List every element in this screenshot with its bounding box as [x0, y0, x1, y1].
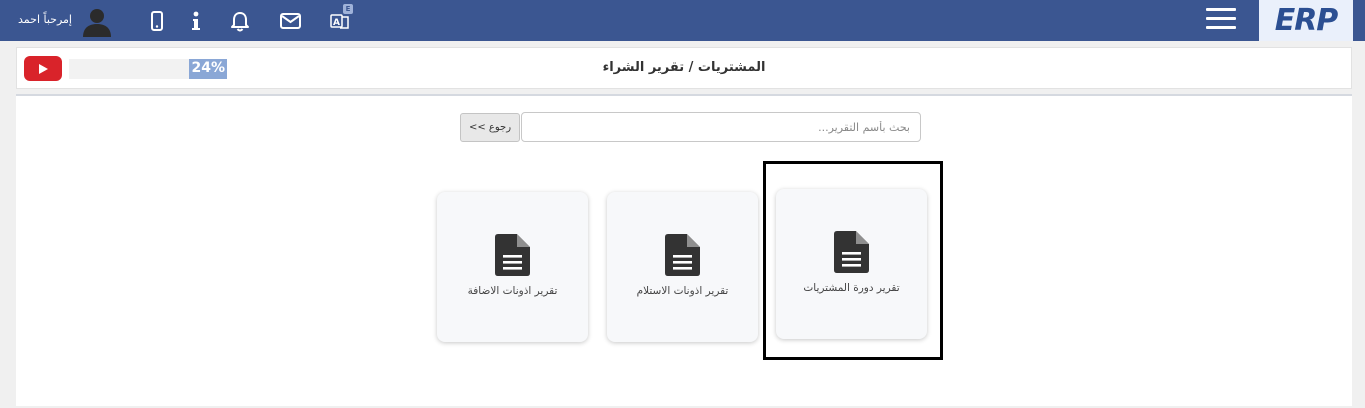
report-card-receiving-permits[interactable]: تقرير اذونات الاستلام [607, 192, 758, 342]
user-avatar-icon[interactable] [81, 5, 113, 37]
language-badge: E [343, 4, 353, 14]
page-title: المشتريات / تقرير الشراء [602, 60, 766, 75]
document-icon [665, 234, 700, 276]
hamburger-menu-icon[interactable] [1206, 6, 1236, 32]
info-icon[interactable] [187, 10, 205, 32]
logo-text: ERP [1274, 3, 1339, 38]
user-greeting[interactable]: إمرحباً احمد [0, 13, 72, 26]
svg-text:A: A [333, 18, 340, 28]
back-button[interactable]: << رجوع [460, 113, 520, 142]
main-panel: << رجوع تقرير دورة المشتريات تقرير اذونا… [16, 94, 1352, 406]
translate-icon[interactable]: A E [329, 4, 353, 32]
report-card-addition-permits[interactable]: تقرير اذونات الاضافة [437, 192, 588, 342]
top-navbar: ERP A E إمرحباً احمد [0, 0, 1365, 41]
report-card-label: تقرير اذونات الاستلام [636, 285, 729, 297]
mobile-icon[interactable] [148, 10, 166, 32]
mail-icon[interactable] [279, 10, 301, 32]
erp-logo[interactable]: ERP [1259, 0, 1353, 41]
bell-icon[interactable] [229, 10, 251, 32]
report-search-input[interactable] [521, 112, 921, 142]
document-icon [495, 234, 530, 276]
selection-highlight-box [763, 161, 943, 360]
page-title-bar: 24% المشتريات / تقرير الشراء [16, 47, 1352, 89]
report-card-label: تقرير اذونات الاضافة [467, 285, 558, 297]
